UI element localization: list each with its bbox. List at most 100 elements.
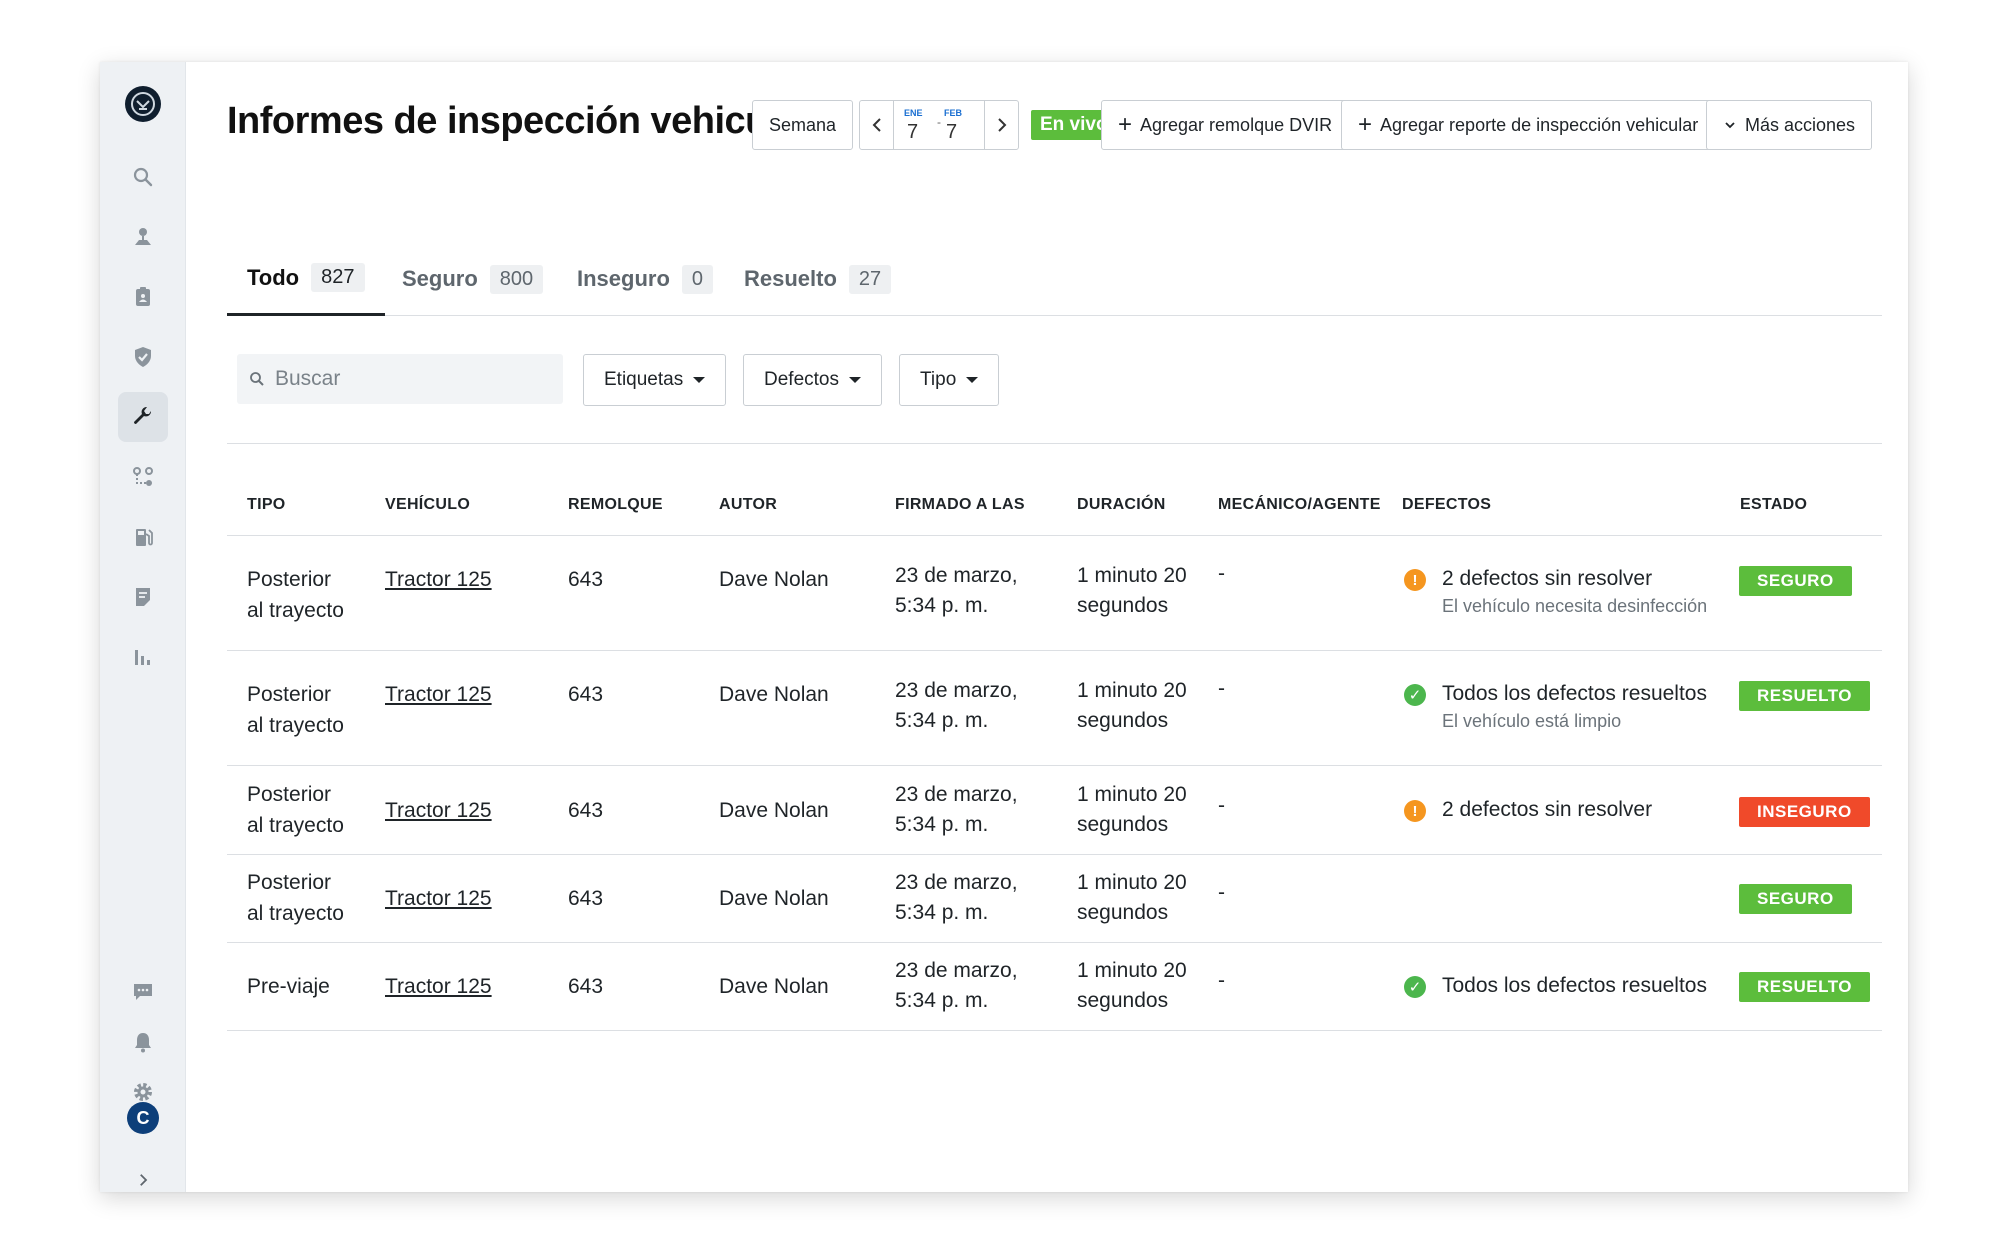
wrench-icon[interactable] [118,392,168,442]
header-mechanic[interactable]: MECÁNICO/AGENTE [1218,496,1381,514]
table-row[interactable]: Posterior al trayecto Tractor 125 643 Da… [227,651,1882,766]
table-row[interactable]: Posterior al trayecto Tractor 125 643 Da… [227,855,1882,943]
warning-icon: ! [1404,569,1426,591]
caret-down-icon [848,377,861,383]
warning-icon: ! [1404,800,1426,822]
signed-line2: 5:34 p. m. [895,709,989,732]
tags-filter-dropdown[interactable]: Etiquetas [583,354,727,406]
duration-line2: segundos [1077,813,1169,836]
type-line1: Posterior [247,568,332,591]
add-report-label: Agregar reporte de inspección vehicular [1380,114,1699,135]
defects-filter-dropdown[interactable]: Defectos [743,354,882,406]
duration-line1: 1 minuto 20 [1077,959,1187,982]
date-range-display[interactable]: ENE 7 - FEB 7 [893,101,985,149]
date-separator: - [937,115,941,129]
bell-icon[interactable] [118,1017,168,1067]
trailer-cell: 643 [568,887,604,910]
status-badge: RESUELTO [1739,972,1870,1002]
avatar-initial: C [136,1107,150,1128]
add-trailer-dvir-button[interactable]: + Agregar remolque DVIR [1101,100,1350,150]
status-badge: RESUELTO [1739,681,1870,711]
duration-line1: 1 minuto 20 [1077,679,1187,702]
defects-filter-label: Defectos [764,369,839,390]
tab-label: Resuelto [744,266,837,291]
defects-summary: 2 defectos sin resolver [1442,567,1653,590]
bar-chart-icon[interactable] [118,632,168,682]
document-icon[interactable] [118,572,168,622]
header-defects[interactable]: DEFECTOS [1402,496,1491,514]
next-range-button[interactable] [985,101,1018,149]
map-pin-icon[interactable] [118,212,168,262]
mechanic-cell: - [1218,881,1225,904]
route-icon[interactable] [118,452,168,502]
vehicle-link[interactable]: Tractor 125 [385,679,492,710]
vehicle-link[interactable]: Tractor 125 [385,795,492,826]
mechanic-cell: - [1218,677,1225,700]
app-window: C Informes de inspección vehicular Seman… [100,62,1908,1192]
fuel-icon[interactable] [118,512,168,562]
trailer-cell: 643 [568,683,604,706]
header-duration[interactable]: DURACIÓN [1077,496,1166,514]
duration-line1: 1 minuto 20 [1077,783,1187,806]
type-line2: al trayecto [247,599,344,622]
more-actions-button[interactable]: Más acciones [1706,100,1873,150]
header-signed-at[interactable]: FIRMADO A LAS [895,496,1025,514]
end-month: FEB [944,108,962,118]
chat-icon[interactable] [118,967,168,1017]
caret-down-icon [693,377,706,383]
author-cell: Dave Nolan [719,975,829,998]
type-line1: Posterior [247,783,332,806]
search-icon[interactable] [118,152,168,202]
tab-unsafe[interactable]: Inseguro 0 [557,242,733,316]
chevron-right-icon[interactable] [118,1165,168,1192]
status-badge: SEGURO [1739,566,1852,596]
add-inspection-report-button[interactable]: + Agregar reporte de inspección vehicula… [1341,100,1716,150]
tab-label: Todo [247,264,300,290]
search-box [237,354,563,404]
type-filter-label: Tipo [920,369,957,390]
start-day: 7 [907,121,919,143]
tab-count: 827 [311,263,365,292]
avatar[interactable]: C [127,1102,159,1134]
type-line1: Pre-viaje [247,975,330,998]
table-row[interactable]: Posterior al trayecto Tractor 125 643 Da… [227,536,1882,651]
tab-count: 0 [681,264,714,294]
period-label: Semana [769,114,837,135]
start-month: ENE [904,108,923,118]
more-actions-label: Más acciones [1745,114,1856,135]
table-row[interactable]: Posterior al trayecto Tractor 125 643 Da… [227,766,1882,855]
type-line2: al trayecto [247,902,344,925]
header-author[interactable]: AUTOR [719,496,777,514]
tab-safe[interactable]: Seguro 800 [382,242,563,316]
author-cell: Dave Nolan [719,683,829,706]
vehicle-link[interactable]: Tractor 125 [385,564,492,595]
type-line1: Posterior [247,871,332,894]
tab-resolved[interactable]: Resuelto 27 [724,242,911,316]
tab-label: Seguro [402,266,478,291]
table-header: TIPO VEHÍCULO REMOLQUE AUTOR FIRMADO A L… [227,482,1882,536]
check-circle-icon: ✓ [1404,976,1426,998]
status-badge: INSEGURO [1739,797,1870,827]
prev-range-button[interactable] [860,101,893,149]
tab-all[interactable]: Todo 827 [227,242,385,316]
trailer-cell: 643 [568,799,604,822]
vehicle-link[interactable]: Tractor 125 [385,883,492,914]
header-type[interactable]: TIPO [247,496,286,514]
header-status[interactable]: ESTADO [1740,496,1807,514]
type-filter-dropdown[interactable]: Tipo [899,354,1000,406]
logo-icon[interactable] [125,86,161,122]
search-input[interactable] [275,367,545,391]
header-vehicle[interactable]: VEHÍCULO [385,496,470,514]
clipboard-icon[interactable] [118,272,168,322]
signed-line2: 5:34 p. m. [895,813,989,836]
table-row[interactable]: Pre-viaje Tractor 125 643 Dave Nolan 23 … [227,943,1882,1031]
shield-check-icon[interactable] [118,332,168,382]
signed-line1: 23 de marzo, [895,783,1018,806]
duration-line1: 1 minuto 20 [1077,564,1187,587]
duration-line1: 1 minuto 20 [1077,871,1187,894]
period-select-button[interactable]: Semana [752,100,854,150]
tags-filter-label: Etiquetas [604,369,684,390]
tab-count: 27 [848,264,892,294]
header-trailer[interactable]: REMOLQUE [568,496,663,514]
vehicle-link[interactable]: Tractor 125 [385,971,492,1002]
